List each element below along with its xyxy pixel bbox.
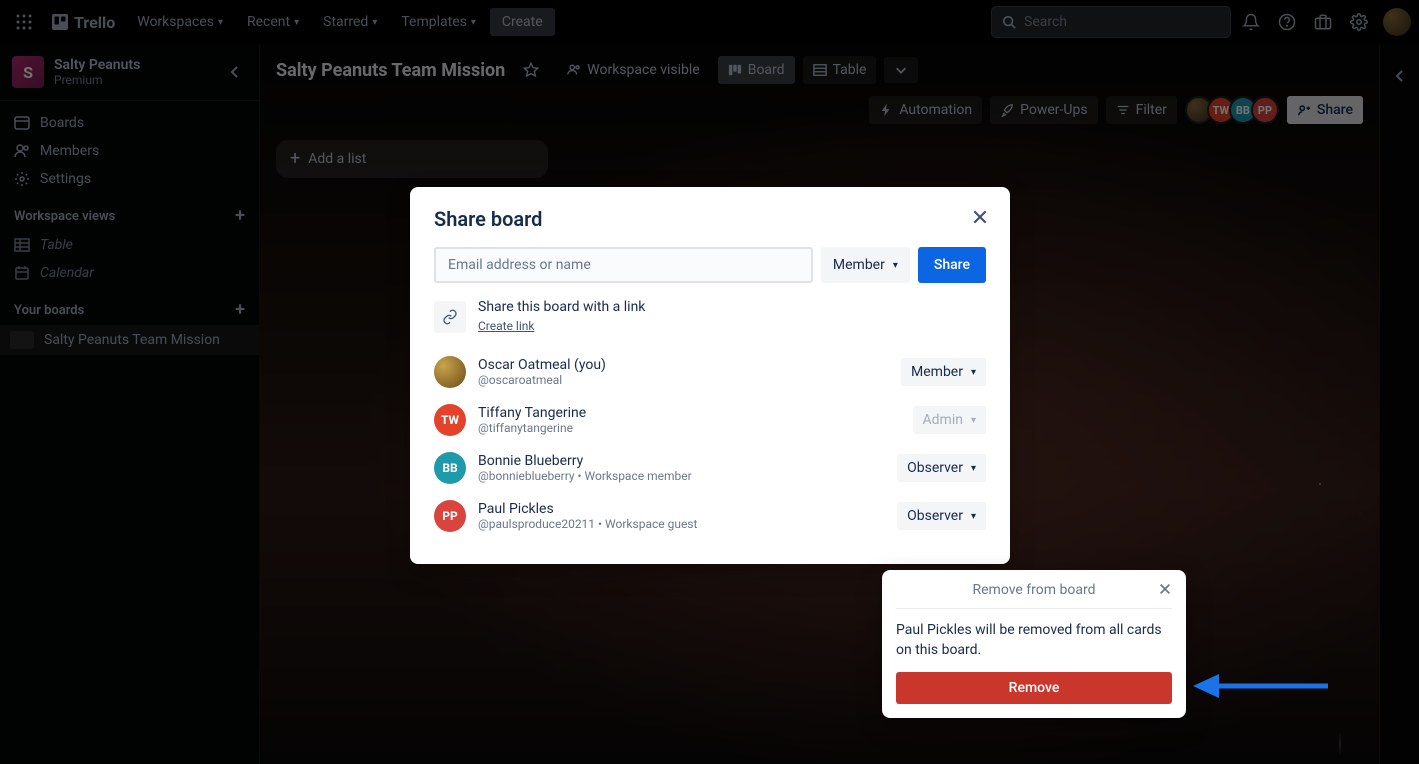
remove-member-popover: Remove from board Paul Pickles will be r… xyxy=(882,570,1186,718)
share-link-row: Share this board with a link Create link xyxy=(434,299,986,334)
share-board-modal: Share board Member ▾ Share Share this bo… xyxy=(410,187,1010,564)
modal-title: Share board xyxy=(434,207,986,231)
member-sub: @paulsproduce20211 • Workspace guest xyxy=(478,517,885,531)
member-role-select[interactable]: Observer▾ xyxy=(897,502,986,530)
share-role-select[interactable]: Member ▾ xyxy=(821,247,910,283)
member-role-select[interactable]: Observer▾ xyxy=(897,454,986,482)
link-icon-box xyxy=(434,301,466,333)
member-avatar: PP xyxy=(434,500,466,532)
remove-confirm-button[interactable]: Remove xyxy=(896,672,1172,704)
popover-title: Remove from board xyxy=(896,582,1172,609)
member-avatar xyxy=(434,356,466,388)
member-row: TW Tiffany Tangerine@tiffanytangerine Admi… xyxy=(434,396,986,444)
link-icon xyxy=(442,309,458,325)
popover-body: Paul Pickles will be removed from all ca… xyxy=(896,621,1172,660)
create-link-button[interactable]: Create link xyxy=(478,319,534,333)
member-name: Oscar Oatmeal (you) xyxy=(478,357,889,373)
modal-close-button[interactable] xyxy=(966,203,994,231)
member-sub: @bonnieblueberry • Workspace member xyxy=(478,469,885,483)
member-avatar: TW xyxy=(434,404,466,436)
chevron-down-icon: ▾ xyxy=(893,260,898,271)
member-sub: @tiffanytangerine xyxy=(478,421,901,435)
member-name: Tiffany Tangerine xyxy=(478,405,901,421)
member-row: PP Paul Pickles@paulsproduce20211 • Works… xyxy=(434,492,986,540)
member-name: Paul Pickles xyxy=(478,501,885,517)
chevron-down-icon: ▾ xyxy=(971,463,976,474)
chevron-down-icon: ▾ xyxy=(971,511,976,522)
chevron-down-icon: ▾ xyxy=(971,415,976,426)
annotation-arrow xyxy=(1193,668,1333,704)
popover-close-button[interactable] xyxy=(1158,582,1172,596)
member-row: BB Bonnie Blueberry@bonnieblueberry • Wor… xyxy=(434,444,986,492)
member-sub: @oscaroatmeal xyxy=(478,373,889,387)
member-role-select[interactable]: Member▾ xyxy=(901,358,986,386)
share-link-title: Share this board with a link xyxy=(478,299,645,315)
close-icon xyxy=(971,208,989,226)
share-email-input[interactable] xyxy=(434,247,813,283)
close-icon xyxy=(1158,582,1172,596)
member-name: Bonnie Blueberry xyxy=(478,453,885,469)
member-row: Oscar Oatmeal (you)@oscaroatmeal Member▾ xyxy=(434,348,986,396)
chevron-down-icon: ▾ xyxy=(971,367,976,378)
member-role-select: Admin▾ xyxy=(913,406,986,434)
member-avatar: BB xyxy=(434,452,466,484)
share-submit-button[interactable]: Share xyxy=(918,247,986,283)
